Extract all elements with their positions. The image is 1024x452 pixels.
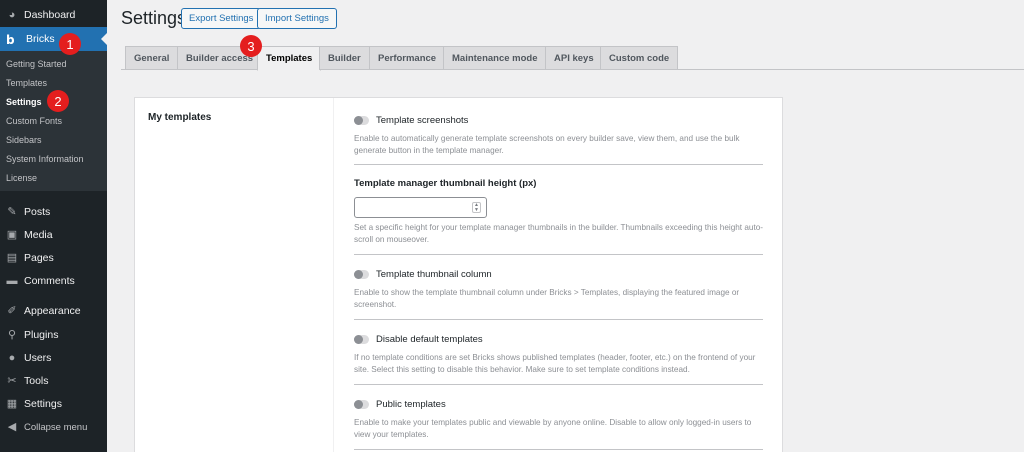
paintbrush-icon: ✐ [7, 304, 17, 317]
submenu-custom-fonts[interactable]: Custom Fonts [6, 116, 62, 126]
toggle-knob [354, 400, 363, 409]
divider [354, 254, 763, 255]
media-icon: ▣ [6, 228, 18, 241]
template-thumbnail-column-toggle[interactable] [354, 270, 369, 279]
menu-dashboard[interactable]: ◕ Dashboard [0, 3, 107, 27]
plugin-icon: ⚲ [7, 328, 17, 341]
bricks-logo-icon: b [6, 33, 15, 47]
tab-api-keys[interactable]: API keys [545, 46, 603, 70]
submenu-settings[interactable]: Settings [6, 97, 42, 107]
number-stepper[interactable]: ▲ ▼ [472, 202, 481, 213]
pin-icon: ✎ [7, 205, 17, 218]
page-title: Settings [121, 8, 187, 28]
tab-custom-code[interactable]: Custom code [600, 46, 679, 70]
annotation-badge-3: 3 [240, 35, 262, 57]
users-icon: ● [8, 351, 16, 364]
menu-tools[interactable]: ✂ Tools [0, 369, 107, 393]
disable-default-templates-toggle[interactable] [354, 335, 369, 344]
menu-appearance[interactable]: ✐ Appearance [0, 299, 107, 323]
thumbnail-height-input[interactable]: ▲ ▼ [354, 197, 487, 218]
menu-label: Appearance [24, 305, 81, 317]
menu-settings[interactable]: ▦ Settings [0, 392, 107, 416]
option-title: Template manager thumbnail height (px) [354, 178, 537, 189]
menu-users[interactable]: ● Users [0, 346, 107, 370]
template-screenshots-toggle[interactable] [354, 116, 369, 125]
option-title: Disable default templates [376, 334, 483, 345]
tab-templates[interactable]: Templates [257, 46, 322, 71]
menu-label: Settings [24, 398, 62, 410]
export-settings-button[interactable]: Export Settings [181, 8, 262, 29]
divider [354, 384, 763, 385]
menu-collapse[interactable]: ◀ Collapse menu [0, 415, 107, 439]
import-settings-button[interactable]: Import Settings [257, 8, 337, 29]
tab-general[interactable]: General [125, 46, 179, 70]
divider [354, 319, 763, 320]
bricks-submenu: Getting Started Templates Settings Custo… [0, 51, 107, 191]
option-description: Set a specific height for your template … [354, 223, 764, 244]
option-description: Enable to automatically generate templat… [354, 134, 740, 155]
option-description: Enable to make your templates public and… [354, 418, 752, 439]
divider [354, 449, 763, 450]
submenu-system-information[interactable]: System Information [6, 154, 84, 164]
option-description: If no template conditions are set Bricks… [354, 353, 756, 374]
submenu-license[interactable]: License [6, 173, 37, 183]
annotation-badge-1: 1 [59, 33, 81, 55]
comments-icon: ▬ [6, 274, 18, 287]
annotation-badge-2: 2 [47, 90, 69, 112]
menu-pages[interactable]: ▤ Pages [0, 246, 107, 270]
menu-plugins[interactable]: ⚲ Plugins [0, 323, 107, 347]
divider [354, 164, 763, 165]
admin-sidebar: ◕ Dashboard b Bricks Getting Started Tem… [0, 0, 107, 452]
menu-label: Bricks [26, 33, 55, 45]
tab-builder[interactable]: Builder [319, 46, 370, 70]
menu-media[interactable]: ▣ Media [0, 223, 107, 247]
menu-label: Dashboard [24, 9, 76, 21]
menu-comments[interactable]: ▬ Comments [0, 269, 107, 293]
wrench-icon: ✂ [7, 374, 17, 387]
menu-label: Plugins [24, 329, 59, 341]
submenu-templates[interactable]: Templates [6, 78, 47, 88]
active-arrow [101, 33, 107, 45]
settings-icon: ▦ [6, 397, 18, 410]
toggle-knob [354, 270, 363, 279]
menu-posts[interactable]: ✎ Posts [0, 200, 107, 224]
section-label: My templates [148, 112, 212, 123]
option-description: Enable to show the template thumbnail co… [354, 288, 740, 309]
pages-icon: ▤ [6, 251, 18, 264]
tab-maintenance-mode[interactable]: Maintenance mode [443, 46, 547, 70]
collapse-icon: ◀ [7, 420, 17, 433]
toggle-knob [354, 116, 363, 125]
menu-label: Users [24, 352, 52, 364]
menu-label: Pages [24, 252, 54, 264]
menu-label: Collapse menu [24, 421, 88, 433]
menu-label: Posts [24, 206, 51, 218]
option-title: Template screenshots [376, 115, 469, 126]
menu-label: Media [24, 229, 53, 241]
public-templates-toggle[interactable] [354, 400, 369, 409]
option-title: Template thumbnail column [376, 269, 492, 280]
option-title: Public templates [376, 399, 446, 410]
dashboard-icon: ◕ [8, 8, 16, 21]
panel-separator [333, 98, 334, 452]
menu-label: Comments [24, 275, 75, 287]
menu-label: Tools [24, 375, 49, 387]
toggle-knob [354, 335, 363, 344]
submenu-sidebars[interactable]: Sidebars [6, 135, 42, 145]
submenu-getting-started[interactable]: Getting Started [6, 59, 67, 69]
menu-bricks[interactable]: b Bricks [0, 27, 107, 51]
tab-performance[interactable]: Performance [369, 46, 446, 70]
